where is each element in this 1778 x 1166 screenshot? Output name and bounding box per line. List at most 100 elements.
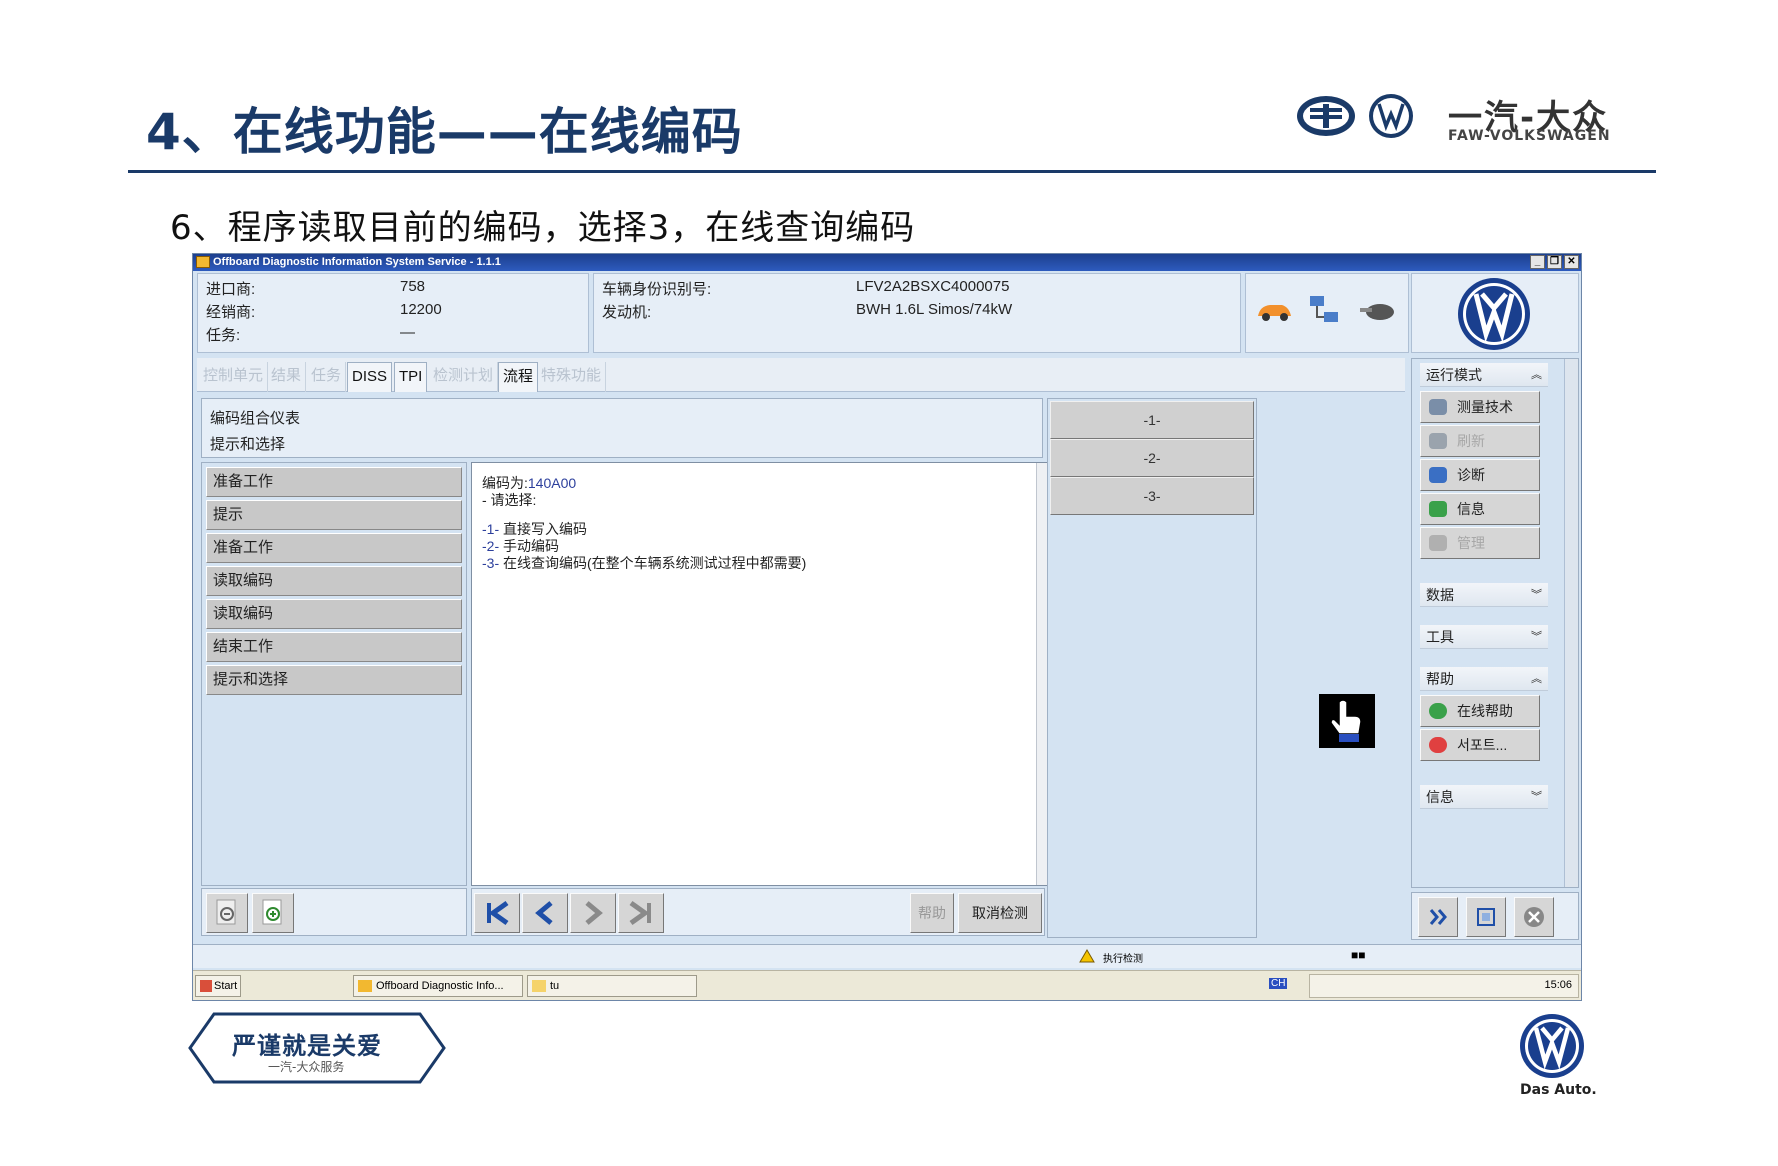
vw-footer-logo [1520,1014,1584,1078]
windows-taskbar: Start Offboard Diagnostic Info... tu CH … [193,970,1581,1000]
chevron-down-icon: ︾ [1531,631,1542,643]
vw-logo-panel [1411,273,1579,353]
tab-procedure[interactable]: 流程 [498,362,539,392]
choice-3-button[interactable]: -3- [1050,477,1254,515]
group-label: 运行模式 [1426,367,1482,383]
button-label: 测量技术 [1457,399,1513,415]
das-auto-tagline: Das Auto. [1520,1082,1597,1098]
step-item[interactable]: 准备工作 [206,533,462,563]
exit-button[interactable] [1514,897,1554,937]
importer-value: 758 [400,278,426,295]
step-item[interactable]: 准备工作 [206,467,462,497]
importer-label: 进口商: [206,281,256,298]
hand-cursor-icon [1319,694,1375,748]
zoom-in-button[interactable] [252,893,294,933]
admin-button[interactable]: 管理 [1420,527,1540,559]
step-item[interactable]: 提示和选择 [206,665,462,695]
engine-label: 发动机: [602,304,652,321]
button-label: 信息 [1457,501,1485,517]
start-button[interactable]: Start [195,975,241,997]
taskbar-item-odis[interactable]: Offboard Diagnostic Info... [353,975,523,997]
sidebar-scrollbar[interactable] [1564,359,1578,887]
admin-gear-icon [1429,535,1447,551]
data-group[interactable]: 数据 ︾ [1420,583,1548,607]
information-button[interactable]: 信息 [1420,493,1540,525]
option-number: -3- [482,555,500,571]
language-indicator[interactable]: CH [1269,978,1288,989]
online-help-button[interactable]: 在线帮助 [1420,695,1540,727]
footer-subtext: 一汽-大众服务 [268,1060,345,1074]
app-icon [358,980,372,992]
main-tabbar: 控制单元 结果 任务 DISS TPI 检测计划 流程 特殊功能 [197,358,1405,392]
step-item[interactable]: 提示 [206,500,462,530]
window-title: Offboard Diagnostic Information System S… [213,256,501,268]
tab-control-unit[interactable]: 控制单元 [199,362,269,392]
slide: 4、在线功能——在线编码 一汽-大众 FAW-VOLKSWAGEN 6、程序读取… [0,0,1778,1166]
app-icon [196,256,210,268]
tab-diss[interactable]: DISS [347,362,393,392]
zoom-out-button[interactable] [206,893,248,933]
tools-group[interactable]: 工具 ︾ [1420,625,1548,649]
warning-icon [1079,949,1095,963]
vw-logo [1458,278,1530,350]
cancel-test-button[interactable]: 取消检测 [958,893,1042,933]
coding-output-text: 编码为:140A00 - 请选择: -1- 直接写入编码 -2- 手动编码 -3… [471,462,1053,886]
zoom-in-icon [262,899,282,925]
car-icon [1258,305,1291,321]
footer-slogan: 严谨就是关爱 [232,1032,382,1060]
close-button[interactable]: ✕ [1564,255,1579,269]
option-number: -2- [482,538,500,554]
button-label: 管理 [1457,535,1485,551]
tab-tpi[interactable]: TPI [394,362,428,392]
step-item[interactable]: 结束工作 [206,632,462,662]
minimize-button[interactable]: _ [1530,255,1545,269]
navigation-toolbar: 帮助 取消检测 [471,888,1045,936]
button-label: 서포트... [1457,737,1508,753]
step-item[interactable]: 读取编码 [206,599,462,629]
window-titlebar[interactable]: Offboard Diagnostic Information System S… [193,254,1581,271]
next-step-button[interactable] [570,893,616,933]
diagnosis-button[interactable]: 诊断 [1420,459,1540,491]
chevron-up-icon: ︽ [1531,673,1542,685]
flash-button[interactable]: 刷新 [1420,425,1540,457]
first-step-button[interactable] [474,893,520,933]
zoom-out-icon [216,899,236,925]
option-line-3: -3- 在线查询编码(在整个车辆系统测试过程中都需要) [482,553,806,573]
stethoscope-icon [1429,467,1447,483]
procedure-subtitle: 提示和选择 [210,436,286,453]
clock[interactable]: 15:06 [1544,979,1572,991]
maximize-button[interactable]: ❐ [1547,255,1562,269]
help-group[interactable]: 帮助 ︽ [1420,667,1548,691]
tab-test-plan[interactable]: 检测计划 [429,362,499,392]
info-group[interactable]: 信息 ︾ [1420,785,1548,809]
choice-1-button[interactable]: -1- [1050,401,1254,439]
help-button[interactable]: 帮助 [910,893,954,933]
screenshot-button[interactable] [1466,897,1506,937]
operating-mode-group[interactable]: 运行模式 ︽ [1420,363,1548,387]
tab-tasks[interactable]: 任务 [307,362,347,392]
button-label: 刷新 [1457,433,1485,449]
option-text: 手动编码 [503,538,560,554]
step-list: 准备工作 提示 准备工作 读取编码 读取编码 结束工作 提示和选择 [201,462,467,886]
choice-2-button[interactable]: -2- [1050,439,1254,477]
network-icon [1310,296,1338,322]
engine-value: BWH 1.6L Simos/74kW [856,301,1013,318]
taskbar-item-folder[interactable]: tu [527,975,697,997]
lifebuoy-icon [1429,737,1447,753]
folder-icon [532,980,546,992]
step-item[interactable]: 读取编码 [206,566,462,596]
button-label: 诊断 [1457,467,1485,483]
measurement-button[interactable]: 测量技术 [1420,391,1540,423]
chevron-right-icon [585,901,603,925]
refresh-icon [1429,433,1447,449]
expand-button[interactable] [1418,897,1458,937]
tab-special-functions[interactable]: 特殊功能 [537,362,607,392]
windows-logo-icon [200,980,212,992]
vci-key-icon [1360,304,1394,320]
group-label: 帮助 [1426,671,1454,687]
chevron-up-icon: ︽ [1531,369,1542,381]
support-button[interactable]: 서포트... [1420,729,1540,761]
tab-results[interactable]: 结果 [267,362,307,392]
previous-step-button[interactable] [522,893,568,933]
last-step-button[interactable] [618,893,664,933]
